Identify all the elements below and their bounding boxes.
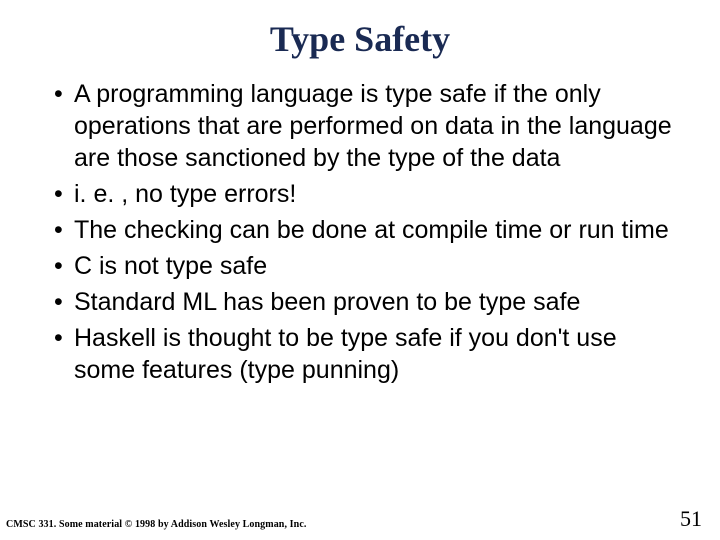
footer-copyright: CMSC 331. Some material © 1998 by Addiso… [6, 519, 306, 530]
page-number: 51 [680, 506, 702, 532]
list-item: A programming language is type safe if t… [54, 78, 684, 174]
slide: Type Safety A programming language is ty… [0, 0, 720, 540]
page-title: Type Safety [36, 18, 684, 60]
list-item: Haskell is thought to be type safe if yo… [54, 322, 684, 386]
list-item: i. e. , no type errors! [54, 178, 684, 210]
list-item: The checking can be done at compile time… [54, 214, 684, 246]
list-item: Standard ML has been proven to be type s… [54, 286, 684, 318]
bullet-list: A programming language is type safe if t… [36, 78, 684, 386]
list-item: C is not type safe [54, 250, 684, 282]
